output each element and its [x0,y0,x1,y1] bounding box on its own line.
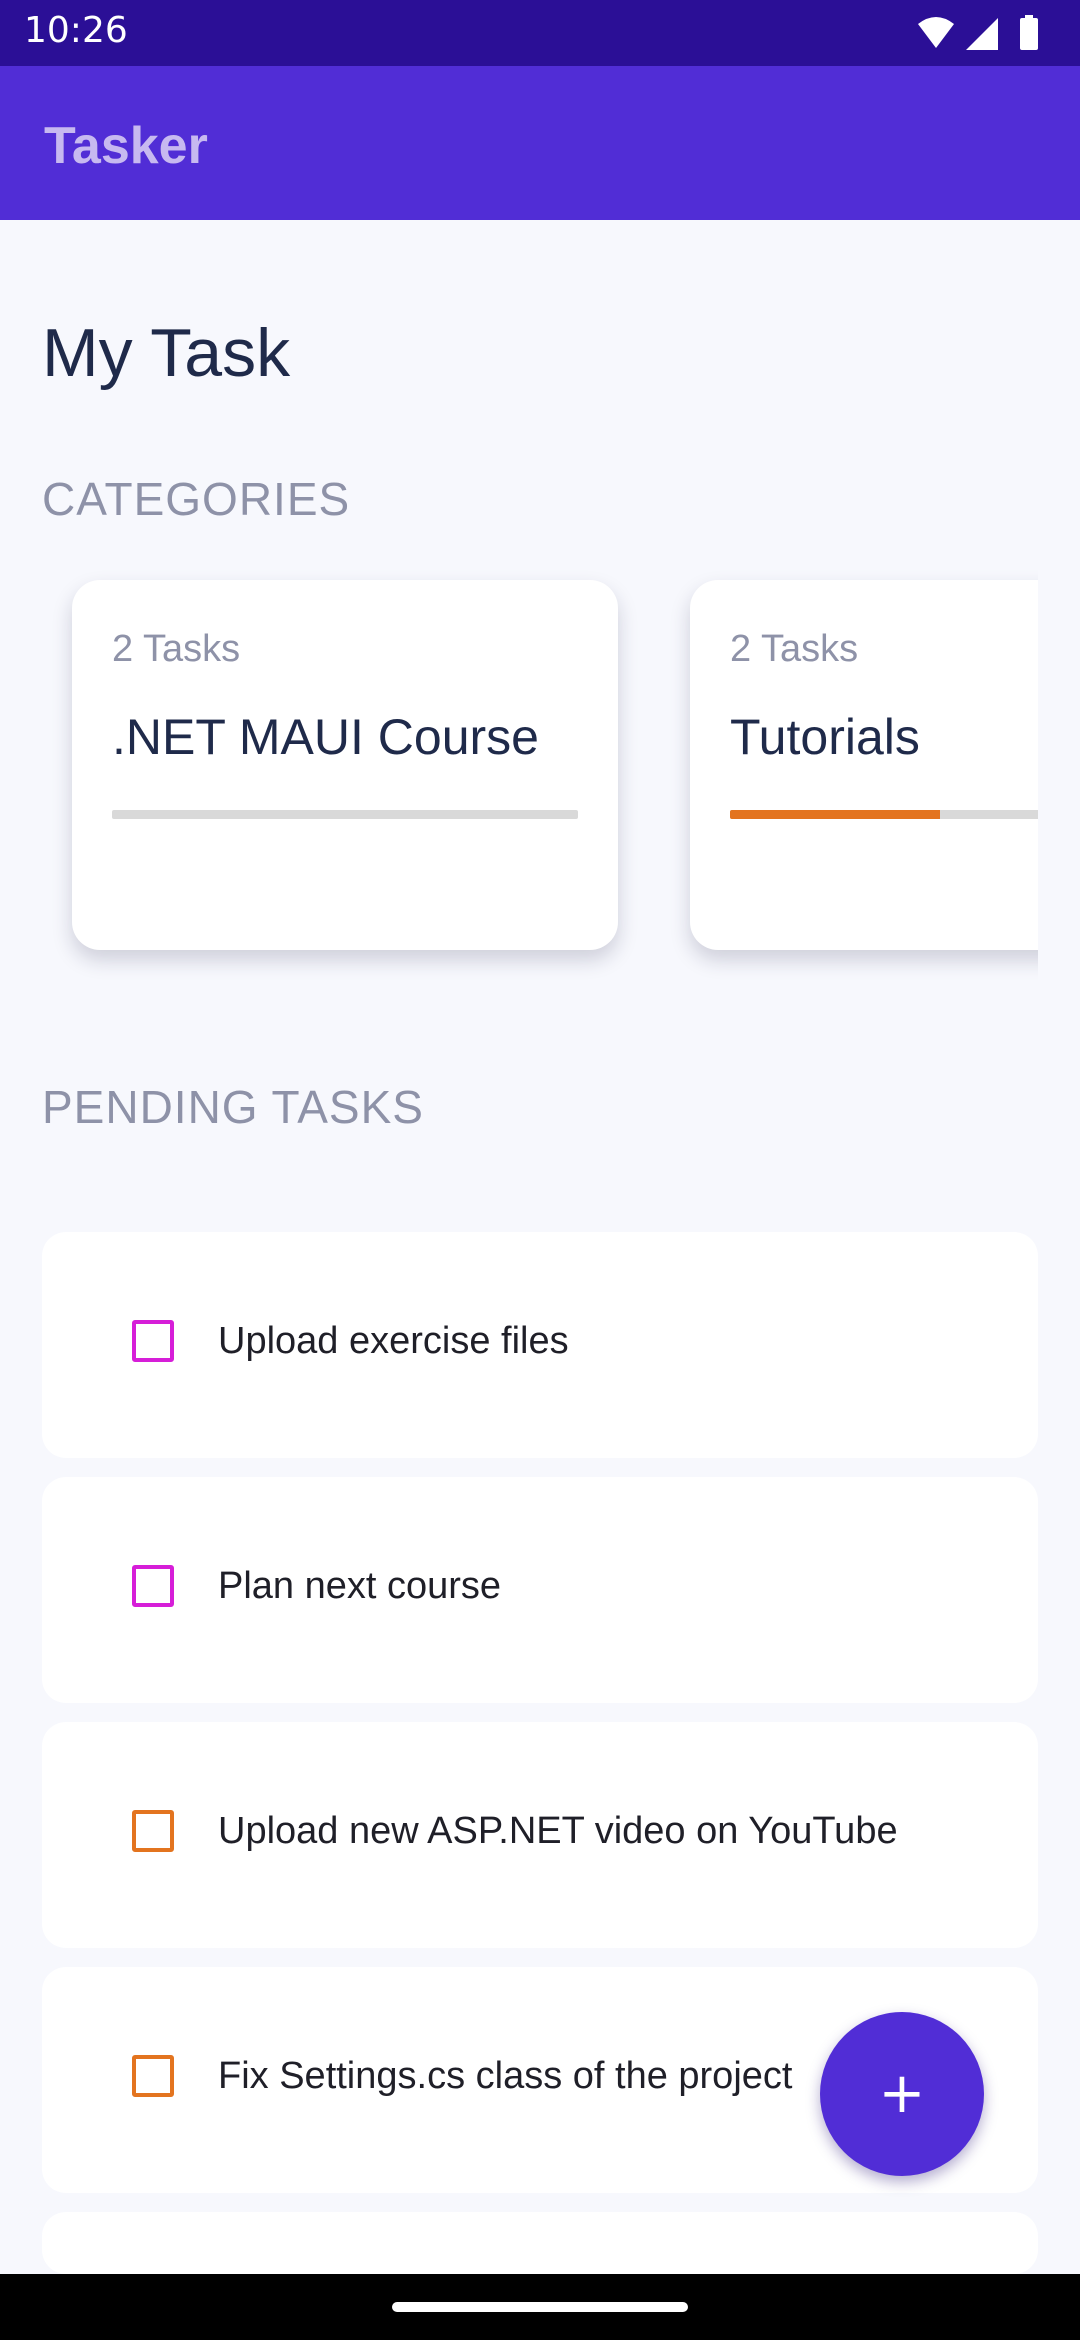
task-item[interactable]: Upload new ASP.NET video on YouTube [42,1722,1038,1948]
status-icons [918,15,1038,50]
page-title: My Task [42,315,291,391]
category-card-net-maui[interactable]: 2 Tasks .NET MAUI Course [72,580,618,950]
category-task-count: 2 Tasks [112,628,241,670]
category-name: Tutorials [730,709,920,765]
task-label: Plan next course [218,1565,502,1607]
home-gesture-handle[interactable] [392,2302,688,2312]
battery-icon [1020,18,1038,50]
status-time: 10:26 [24,10,128,51]
pending-tasks-heading: PENDING TASKS [42,1081,424,1133]
task-checkbox[interactable] [132,1810,174,1852]
add-task-button[interactable]: + [820,2012,984,2176]
task-checkbox[interactable] [132,1320,174,1362]
wifi-icon [918,17,954,48]
categories-heading: CATEGORIES [42,473,351,525]
category-progress-bar [730,810,1038,819]
task-label: Upload new ASP.NET video on YouTube [218,1810,898,1852]
app-title: Tasker [44,117,208,175]
category-name: .NET MAUI Course [112,709,539,765]
signal-icon [966,18,998,50]
category-card-tutorials[interactable]: 2 Tasks Tutorials [690,580,1038,950]
plus-icon: + [878,2061,926,2126]
task-checkbox[interactable] [132,1565,174,1607]
task-label: Fix Settings.cs class of the project [218,2055,793,2097]
app-bar: Tasker [0,66,1080,220]
task-label: Upload exercise files [218,1320,569,1362]
task-item[interactable] [42,2212,1038,2274]
navigation-bar [0,2274,1080,2340]
categories-carousel[interactable]: 2 Tasks .NET MAUI Course 2 Tasks Tutoria… [0,560,1038,1020]
status-bar: 10:26 [0,0,1080,66]
task-checkbox[interactable] [132,2055,174,2097]
category-progress-bar [112,810,578,819]
category-task-count: 2 Tasks [730,628,859,670]
task-item[interactable]: Upload exercise files [42,1232,1038,1458]
category-progress-fill [730,810,940,819]
task-item[interactable]: Plan next course [42,1477,1038,1703]
